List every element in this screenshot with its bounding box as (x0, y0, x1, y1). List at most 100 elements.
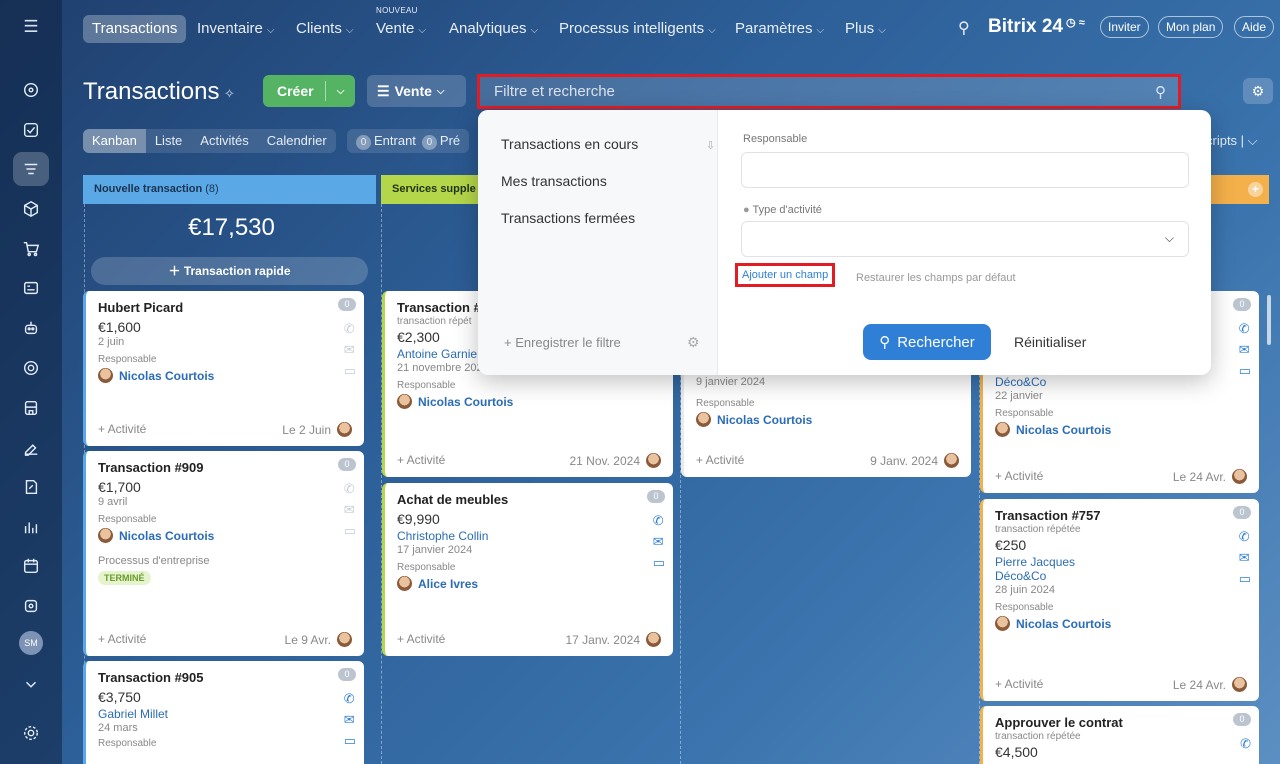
menu-icon[interactable]: ☰ (13, 10, 49, 44)
contact-link[interactable]: Christophe Collin (397, 529, 661, 543)
deal-card[interactable]: Transaction #909 €1,700 9 avril Responsa… (83, 451, 364, 656)
search-input[interactable] (480, 77, 1178, 106)
settings-gear-icon[interactable]: ⚙ (1243, 78, 1273, 104)
deal-card[interactable]: Achat de meubles €9,990 Christophe Colli… (382, 483, 673, 656)
mail-icon[interactable]: ✉ (653, 534, 665, 550)
chat-icon[interactable]: ▭ (344, 523, 356, 539)
quick-deal-button[interactable]: ＋ Transaction rapide (91, 257, 368, 285)
chevron-down-icon[interactable] (13, 667, 49, 701)
nav-transactions[interactable]: Transactions (83, 15, 187, 43)
deal-card[interactable]: Hubert Picard €1,600 2 juin Responsable … (83, 291, 364, 446)
add-activity-link[interactable]: + Activité (397, 632, 445, 647)
help-button[interactable]: Aide (1234, 16, 1275, 38)
add-activity-link[interactable]: + Activité (696, 453, 744, 468)
tab-activites[interactable]: Activités (191, 129, 257, 153)
add-icon[interactable]: + (1248, 182, 1263, 197)
mail-icon[interactable]: ✉ (344, 502, 356, 518)
tab-calendrier[interactable]: Calendrier (258, 129, 336, 153)
responsible[interactable]: Alice Ivres (397, 576, 661, 591)
phone-icon[interactable]: ✆ (1240, 736, 1251, 752)
company-link[interactable]: Déco&Co (995, 375, 1111, 389)
activity-type-select[interactable]: ⌵ (741, 221, 1189, 257)
add-field-link[interactable]: Ajouter un champ (735, 263, 836, 287)
mail-icon[interactable]: ✉ (344, 712, 356, 728)
search-icon[interactable]: ⚲ (1155, 83, 1166, 101)
add-activity-link[interactable]: + Activité (98, 632, 146, 647)
responsible[interactable]: Nicolas Courtois (696, 412, 959, 427)
nav-processus-intelligents[interactable]: Processus intelligents ⌵ (559, 15, 716, 43)
chevron-down-icon[interactable]: ⌵ (326, 86, 355, 97)
save-filter-link[interactable]: + Enregistrer le filtre (504, 335, 621, 350)
crm-icon[interactable] (13, 152, 49, 186)
phone-icon[interactable]: ✆ (1239, 529, 1251, 545)
pin-icon[interactable]: ✧ (224, 86, 235, 102)
deal-title[interactable]: Approuver le contrat (995, 715, 1247, 730)
plan-button[interactable]: Mon plan (1158, 16, 1224, 38)
filter-search-box[interactable]: ⚲ (477, 74, 1181, 109)
nav-parametres[interactable]: Paramètres ⌵ (735, 15, 824, 43)
add-activity-link[interactable]: + Activité (397, 453, 445, 468)
deal-title[interactable]: Transaction #905 (98, 670, 352, 685)
document-edit-icon[interactable] (13, 470, 49, 504)
chat-icon[interactable]: ▭ (344, 363, 356, 379)
preset-closed-deals[interactable]: Transactions fermées (501, 210, 635, 226)
restore-defaults-link[interactable]: Restaurer les champs par défaut (856, 272, 1016, 284)
deal-title[interactable]: Transaction #757 (995, 508, 1247, 523)
company-link[interactable]: Déco&Co (995, 569, 1247, 583)
calendar-icon[interactable] (13, 549, 49, 583)
chat-icon[interactable]: ▭ (653, 555, 665, 571)
home-icon[interactable] (13, 73, 49, 107)
responsible[interactable]: Nicolas Courtois (995, 616, 1247, 631)
analytics-icon[interactable] (13, 510, 49, 544)
scripts-button[interactable]: cripts | ⌵ (1206, 129, 1258, 153)
deal-card[interactable]: Transaction #757 transaction répétée €25… (980, 499, 1259, 701)
pin-icon[interactable]: ⇩ (706, 139, 715, 152)
settings-gear-icon[interactable] (13, 716, 49, 750)
settings-gear-icon[interactable]: ⚙ (687, 334, 700, 351)
robot-icon[interactable] (13, 311, 49, 345)
shop-cart-icon[interactable] (13, 232, 49, 266)
deal-title[interactable]: Hubert Picard (98, 300, 352, 315)
preset-my-deals[interactable]: Mes transactions (501, 173, 607, 189)
app-market-icon[interactable] (13, 589, 49, 623)
column-header-new[interactable]: Nouvelle transaction (8) (83, 175, 376, 204)
chat-icon[interactable]: ▭ (1239, 363, 1251, 379)
phone-icon[interactable]: ✆ (344, 321, 356, 337)
tasks-icon[interactable] (13, 113, 49, 147)
counter-entrant[interactable]: 0 Entrant (356, 133, 416, 150)
add-activity-link[interactable]: + Activité (98, 422, 146, 437)
phone-icon[interactable]: ✆ (1239, 321, 1251, 337)
responsible-field[interactable] (741, 152, 1189, 188)
chat-icon[interactable]: ▭ (344, 733, 356, 749)
responsible[interactable]: Nicolas Courtois (995, 422, 1111, 437)
pipeline-selector[interactable]: ☰ Vente ⌵ (367, 75, 466, 107)
deal-card[interactable]: Approuver le contrat transaction répétée… (980, 706, 1259, 764)
column-header-stage[interactable]: + (1211, 175, 1269, 204)
mail-icon[interactable]: ✉ (1239, 550, 1251, 566)
scrollbar[interactable] (1267, 295, 1271, 345)
add-activity-link[interactable]: + Activité (995, 469, 1043, 484)
tab-liste[interactable]: Liste (146, 129, 191, 153)
mail-icon[interactable]: ✉ (1239, 342, 1251, 358)
preset-current-deals[interactable]: Transactions en cours (501, 136, 638, 152)
search-icon[interactable]: ⚲ (958, 18, 970, 38)
deal-title[interactable]: Achat de meubles (397, 492, 661, 507)
tab-kanban[interactable]: Kanban (83, 129, 146, 153)
nav-analytiques[interactable]: Analytiques ⌵ (449, 15, 538, 43)
nav-inventaire[interactable]: Inventaire ⌵ (197, 15, 274, 43)
deal-card[interactable]: Transaction #905 €3,750 Gabriel Millet 2… (83, 661, 364, 764)
signature-icon[interactable] (13, 430, 49, 464)
building-icon[interactable] (13, 391, 49, 425)
mail-icon[interactable]: ✉ (344, 342, 356, 358)
responsible[interactable]: Nicolas Courtois (98, 368, 352, 383)
chat-icon[interactable]: ▭ (1239, 571, 1251, 587)
reset-button[interactable]: Réinitialiser (1014, 334, 1086, 350)
create-button[interactable]: Créer ⌵ (263, 75, 355, 107)
user-avatar[interactable]: SM (13, 626, 49, 660)
nav-vente[interactable]: NOUVEAU Vente ⌵ (376, 6, 426, 43)
contact-link[interactable]: Gabriel Millet (98, 707, 352, 721)
nav-plus[interactable]: Plus ⌵ (845, 15, 886, 43)
responsible[interactable]: Nicolas Courtois (98, 528, 352, 543)
phone-icon[interactable]: ✆ (344, 481, 356, 497)
deal-title[interactable]: Transaction #909 (98, 460, 352, 475)
